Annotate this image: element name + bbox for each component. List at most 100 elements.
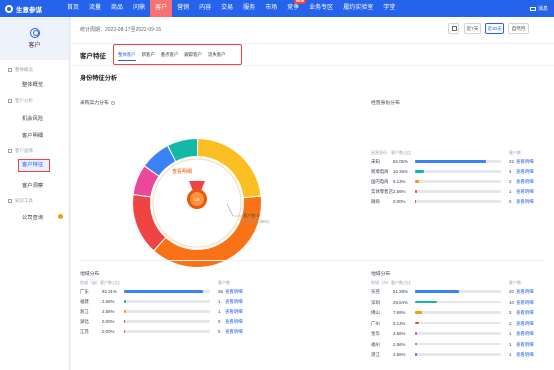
- city-row-count: 1: [509, 352, 512, 357]
- nav-item-1[interactable]: 流量: [84, 0, 106, 17]
- province-header-count: 客户数: [218, 280, 230, 285]
- overview-icon: [8, 68, 12, 72]
- nav-item-2[interactable]: 商品: [106, 0, 128, 17]
- donut-slice-0[interactable]: [197, 139, 261, 198]
- nav-item-0[interactable]: 首页: [62, 0, 84, 17]
- province-row-pct: 2.56%: [102, 309, 115, 314]
- city-row-detail-link[interactable]: 查看明细: [516, 352, 534, 358]
- city-row-bar-fill: [415, 290, 460, 293]
- city-row-count: 3: [509, 310, 512, 315]
- city-row-pct: 2.56%: [393, 331, 406, 336]
- nav-item-10[interactable]: 竞争 NEW: [282, 0, 307, 17]
- sidebar-item-overview[interactable]: 整体概览: [22, 80, 43, 88]
- filter-bar: 统计周期：2022-08-17至2022-09-15 近7天 近30天 自然月: [71, 17, 554, 43]
- purchase-detail-link[interactable]: 查看明细: [167, 168, 197, 175]
- city-row-bar-fill: [415, 342, 418, 345]
- range-month-button[interactable]: 自然月: [508, 23, 529, 34]
- nav-item-5[interactable]: 营销: [172, 0, 194, 17]
- operate-row-name: 国内电商: [371, 179, 389, 184]
- info-icon[interactable]: [110, 100, 115, 105]
- province-header-pct: 客户数占比: [100, 280, 120, 285]
- range-30d-button[interactable]: 近30天: [485, 23, 504, 34]
- operate-row-detail-link[interactable]: 查看明细: [516, 179, 534, 185]
- sidebar-item-insight[interactable]: 客户洞察: [22, 181, 43, 189]
- province-row-count: 1: [218, 309, 221, 314]
- nav-item-12[interactable]: 履约实验室: [338, 0, 378, 17]
- city-row-detail-link[interactable]: 查看明细: [516, 321, 534, 327]
- app-logo[interactable]: 生意参谋: [0, 4, 62, 14]
- count-leader-line: [227, 204, 244, 217]
- calendar-button[interactable]: [448, 23, 459, 34]
- city-row-detail-link[interactable]: 查看明细: [516, 342, 534, 348]
- city-row-pct: 2.56%: [393, 341, 406, 347]
- app-title: 生意参谋: [16, 6, 42, 14]
- operate-header-pct: 客户数占比: [391, 150, 411, 155]
- city-row-detail-link[interactable]: 查看明细: [516, 331, 534, 337]
- sidebar-item-company[interactable]: 公司查询: [22, 213, 43, 221]
- operate-row-detail-link[interactable]: 查看明细: [516, 189, 534, 195]
- nav-item-11[interactable]: 业务专区: [304, 0, 338, 17]
- nav-item-4[interactable]: 客户: [150, 0, 173, 17]
- nav-item-6[interactable]: 内容: [194, 0, 216, 17]
- sidebar-item-details[interactable]: 客户明细: [22, 131, 43, 139]
- province-row-detail-link[interactable]: 查看明细: [225, 319, 243, 325]
- province-row-detail-link[interactable]: 查看明细: [225, 309, 243, 315]
- city-row-detail-link[interactable]: 查看明细: [516, 310, 534, 316]
- operate-row-count: 1: [509, 189, 512, 194]
- mail-icon: [529, 6, 536, 11]
- province-row-detail-link[interactable]: 查看明细: [225, 299, 243, 305]
- province-row-pct: 0.00%: [102, 329, 115, 334]
- donut-slice-1[interactable]: [154, 196, 261, 267]
- svg-text:L5: L5: [194, 197, 200, 202]
- tab-0[interactable]: 整体客户: [118, 49, 136, 61]
- tab-2[interactable]: 重点客户: [161, 49, 179, 61]
- sidebar-group-analysis[interactable]: 客户分析: [8, 98, 33, 104]
- divider: [80, 260, 544, 261]
- nav-item-3[interactable]: 问鼎: [128, 0, 150, 17]
- nav-item-13[interactable]: 学堂: [378, 0, 400, 17]
- range-7d-button[interactable]: 近7天: [464, 23, 481, 34]
- operate-row-bar-track: [415, 190, 501, 193]
- sidebar-group-tools[interactable]: 知识工具: [8, 198, 33, 204]
- city-row-pct: 51.28%: [393, 289, 408, 294]
- sidebar-title: 客户: [28, 42, 41, 49]
- operate-row-bar-track: [415, 200, 501, 203]
- operate-row-count: 0: [509, 199, 512, 204]
- donut-slice-2[interactable]: [133, 195, 166, 251]
- sidebar-group-overview[interactable]: 整体概览: [8, 67, 33, 73]
- city-header-pct: 客户数占比: [391, 280, 411, 285]
- province-row-detail-link[interactable]: 查看明细: [225, 329, 243, 335]
- city-row-count: 1: [509, 341, 512, 347]
- province-row-name: 江苏: [80, 329, 89, 334]
- province-row-detail-link[interactable]: 查看明细: [225, 289, 243, 295]
- province-row-name: 浙江: [80, 309, 89, 314]
- city-row-detail-link[interactable]: 查看明细: [516, 300, 534, 306]
- sidebar-header: 客户: [0, 17, 69, 60]
- operate-row-detail-link[interactable]: 查看明细: [516, 199, 534, 205]
- province-row-name: 广东: [80, 289, 89, 294]
- city-row-bar-fill: [415, 300, 438, 303]
- province-row-pct: 2.56%: [102, 299, 115, 304]
- operate-row-detail-link[interactable]: 查看明细: [516, 169, 534, 175]
- message-button[interactable]: 消息: [529, 5, 548, 12]
- sidebar-item-risk[interactable]: 机会风险: [22, 114, 43, 122]
- user-icon: [29, 27, 40, 38]
- province-row-count: 1: [218, 299, 221, 304]
- sidebar-group-portrait[interactable]: 客户画像: [8, 148, 33, 154]
- tab-4[interactable]: 流失客户: [208, 49, 226, 61]
- province-row-count: 0: [218, 319, 221, 324]
- city-row-bar-fill: [415, 311, 422, 314]
- operate-row-bar-track: [415, 160, 501, 163]
- logo-icon: [5, 4, 13, 13]
- operate-row-name: 未知: [371, 159, 380, 164]
- operate-row-detail-link[interactable]: 查看明细: [516, 159, 534, 165]
- nav-item-9[interactable]: 市场: [260, 0, 282, 17]
- city-row-name: 福州: [371, 341, 380, 347]
- nav-item-7[interactable]: 交易: [216, 0, 238, 17]
- tab-1[interactable]: 新客户: [142, 49, 155, 61]
- operate-row-bar-track: [415, 180, 501, 183]
- sidebar-item-features[interactable]: 客户特征: [18, 159, 50, 172]
- city-row-detail-link[interactable]: 查看明细: [516, 289, 534, 295]
- tab-3[interactable]: 跟踪客户: [184, 49, 202, 61]
- nav-item-8[interactable]: 服务: [238, 0, 260, 17]
